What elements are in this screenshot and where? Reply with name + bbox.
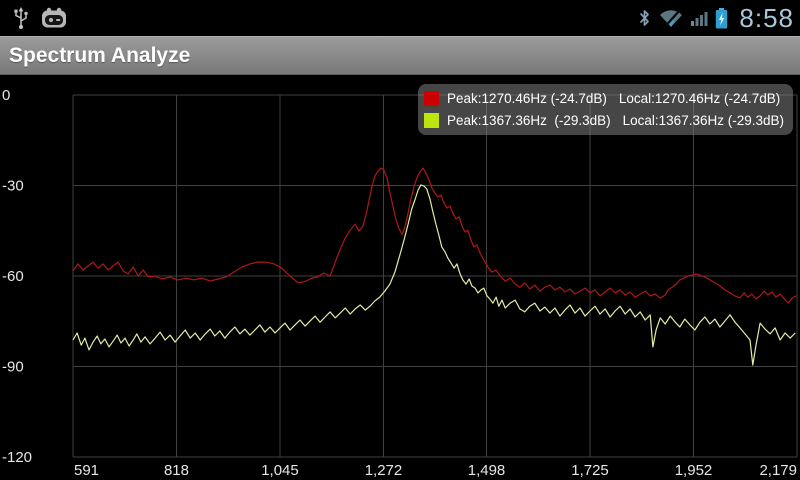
cell-signal-icon — [691, 12, 708, 26]
x-tick-label: 1,952 — [675, 462, 713, 479]
app-title-bar: Spectrum Analyze — [0, 36, 800, 75]
legend-swatch-red — [424, 90, 440, 106]
chart-legend: Peak:1270.46Hz (-24.7dB) Local:1270.46Hz … — [418, 84, 793, 135]
legend-red-local-label: Local:1270.46Hz (-24.7dB) — [618, 90, 781, 106]
x-tick-label: 1,272 — [365, 462, 403, 479]
bluetooth-icon — [640, 10, 650, 26]
status-clock: 8:58 — [739, 2, 794, 33]
status-bar-left — [0, 6, 68, 30]
battery-charging-icon — [716, 7, 728, 28]
status-bar[interactable]: 8:58 — [0, 0, 800, 36]
y-tick-label: 0 — [2, 87, 10, 104]
x-tick-label: 2,179 — [759, 462, 797, 479]
legend-swatch-green — [424, 112, 440, 128]
legend-red-peak-label: Peak:1270.46Hz (-24.7dB) — [447, 90, 607, 106]
y-tick-label: -60 — [2, 268, 24, 285]
spectrum-chart[interactable]: 0 -30 -60 -90 -120 591 818 1,045 1,272 1,498 1,725… — [0, 75, 800, 480]
spectrum-plot-canvas[interactable]: 0 -30 -60 -90 -120 591 818 1,045 1,272 1,498 1,725… — [0, 75, 800, 480]
red-trace — [72, 167, 797, 304]
legend-row-green: Peak:1367.36Hz (-29.3dB) Local:1367.36Hz … — [424, 109, 784, 131]
legend-row-red: Peak:1270.46Hz (-24.7dB) Local:1270.46Hz … — [424, 87, 784, 109]
cyanogenmod-mascot-icon — [42, 7, 66, 28]
green-trace — [72, 184, 796, 366]
usb-icon — [14, 7, 28, 29]
wifi-off-icon — [660, 9, 683, 27]
x-tick-label: 591 — [74, 462, 99, 479]
status-bar-right: 8:58 — [638, 3, 800, 34]
x-tick-label: 1,045 — [261, 462, 299, 479]
y-tick-label: -30 — [2, 178, 24, 195]
x-tick-label: 818 — [164, 462, 189, 479]
legend-green-local-label: Local:1367.36Hz (-29.3dB) — [622, 112, 784, 128]
y-tick-label: -120 — [2, 449, 32, 466]
x-tick-label: 1,725 — [571, 462, 609, 479]
android-screen: 8:58 Spectrum Analyze 0 -30 -60 -90 -120 591 8… — [0, 0, 800, 480]
y-tick-label: -90 — [2, 359, 24, 376]
app-title: Spectrum Analyze — [9, 43, 191, 67]
x-tick-label: 1,498 — [468, 462, 506, 479]
legend-green-peak-label: Peak:1367.36Hz (-29.3dB) — [447, 112, 611, 128]
